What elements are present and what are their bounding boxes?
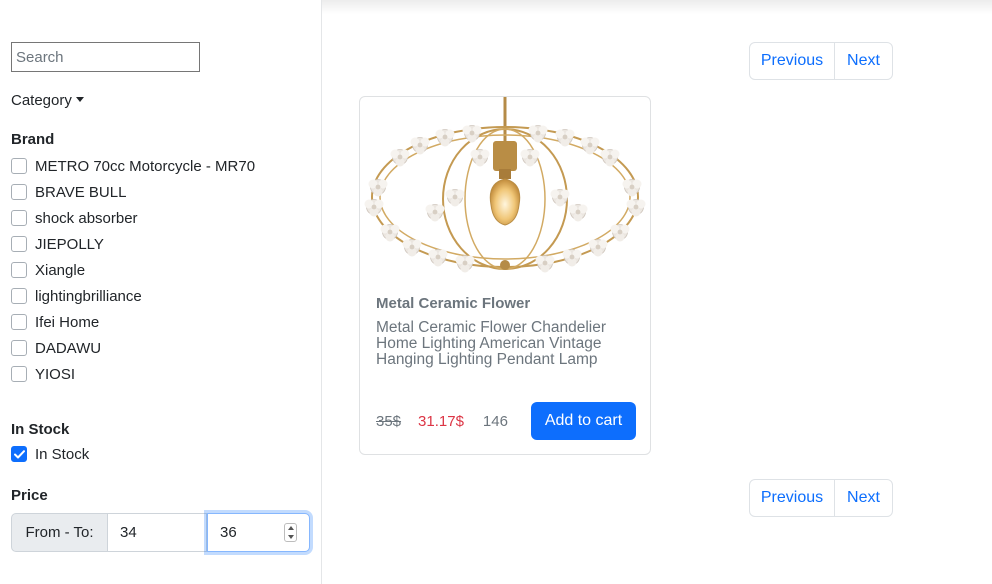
brand-checkbox-row[interactable]: DADAWU <box>11 335 255 361</box>
brand-label: METRO 70cc Motorcycle - MR70 <box>35 157 256 175</box>
product-title: Metal Ceramic Flower <box>376 295 531 312</box>
brand-checkbox-row[interactable]: YIOSI <box>11 361 255 387</box>
pagination-top: Previous Next <box>749 42 893 80</box>
brand-label: lightingbrilliance <box>35 287 142 305</box>
caret-down-icon <box>75 97 84 102</box>
stock-count: 146 <box>482 412 508 430</box>
checkbox[interactable] <box>11 210 27 226</box>
brand-label: shock absorber <box>35 209 138 227</box>
spinner-down-icon[interactable] <box>287 534 294 539</box>
price-range-label: From - To: <box>11 513 108 552</box>
checkbox[interactable] <box>11 340 27 356</box>
brand-label: BRAVE BULL <box>35 183 127 201</box>
brand-checkbox-row[interactable]: METRO 70cc Motorcycle - MR70 <box>11 153 255 179</box>
brand-list: METRO 70cc Motorcycle - MR70 BRAVE BULL … <box>11 153 255 387</box>
filter-sidebar: Category Brand METRO 70cc Motorcycle - M… <box>0 0 322 584</box>
brand-checkbox-row[interactable]: shock absorber <box>11 205 255 231</box>
checkbox[interactable] <box>11 262 27 278</box>
number-spinner[interactable] <box>284 523 297 542</box>
previous-button[interactable]: Previous <box>750 43 835 79</box>
spinner-up-icon[interactable] <box>287 526 294 531</box>
brand-label: YIOSI <box>35 365 76 383</box>
previous-button[interactable]: Previous <box>750 480 835 516</box>
brand-label: DADAWU <box>35 339 102 357</box>
price-to-input[interactable]: 36 <box>207 513 310 552</box>
product-card: Metal Ceramic Flower Metal Ceramic Flowe… <box>359 96 651 455</box>
category-label: Category <box>11 92 72 109</box>
price-from-input[interactable]: 34 <box>108 513 207 552</box>
instock-title: In Stock <box>11 421 70 438</box>
brand-label: Xiangle <box>35 261 86 279</box>
product-footer: 35$ 31.17$ 146 Add to cart <box>376 402 636 440</box>
next-button[interactable]: Next <box>835 480 892 516</box>
checkbox[interactable] <box>11 184 27 200</box>
checkbox[interactable] <box>11 236 27 252</box>
next-button[interactable]: Next <box>835 43 892 79</box>
category-dropdown[interactable]: Category <box>11 92 84 109</box>
brand-checkbox-row[interactable]: lightingbrilliance <box>11 283 255 309</box>
product-description: Metal Ceramic Flower Chandelier Home Lig… <box>376 319 606 368</box>
price-title: Price <box>11 487 48 504</box>
price-range-group: From - To: 34 36 <box>11 513 310 552</box>
brand-label: Ifei Home <box>35 313 100 331</box>
price-to-value: 36 <box>220 524 237 541</box>
checkmark-icon <box>13 449 25 458</box>
instock-checkbox-row[interactable]: In Stock <box>11 441 89 467</box>
brand-label: JIEPOLLY <box>35 235 104 253</box>
instock-label: In Stock <box>35 445 90 463</box>
checkbox[interactable] <box>11 158 27 174</box>
old-price: 35$ <box>376 412 402 430</box>
chandelier-image <box>364 97 646 273</box>
checkbox[interactable] <box>11 314 27 330</box>
brand-checkbox-row[interactable]: BRAVE BULL <box>11 179 255 205</box>
brand-checkbox-row[interactable]: Ifei Home <box>11 309 255 335</box>
header-shadow <box>322 0 992 14</box>
brand-title: Brand <box>11 131 55 148</box>
brand-checkbox-row[interactable]: Xiangle <box>11 257 255 283</box>
sale-price: 31.17$ <box>418 412 464 430</box>
checkbox[interactable] <box>11 366 27 382</box>
add-to-cart-button[interactable]: Add to cart <box>531 402 636 440</box>
checkbox-checked[interactable] <box>11 446 27 462</box>
search-input[interactable] <box>11 42 200 72</box>
pagination-bottom: Previous Next <box>749 479 893 517</box>
checkbox[interactable] <box>11 288 27 304</box>
brand-checkbox-row[interactable]: JIEPOLLY <box>11 231 255 257</box>
